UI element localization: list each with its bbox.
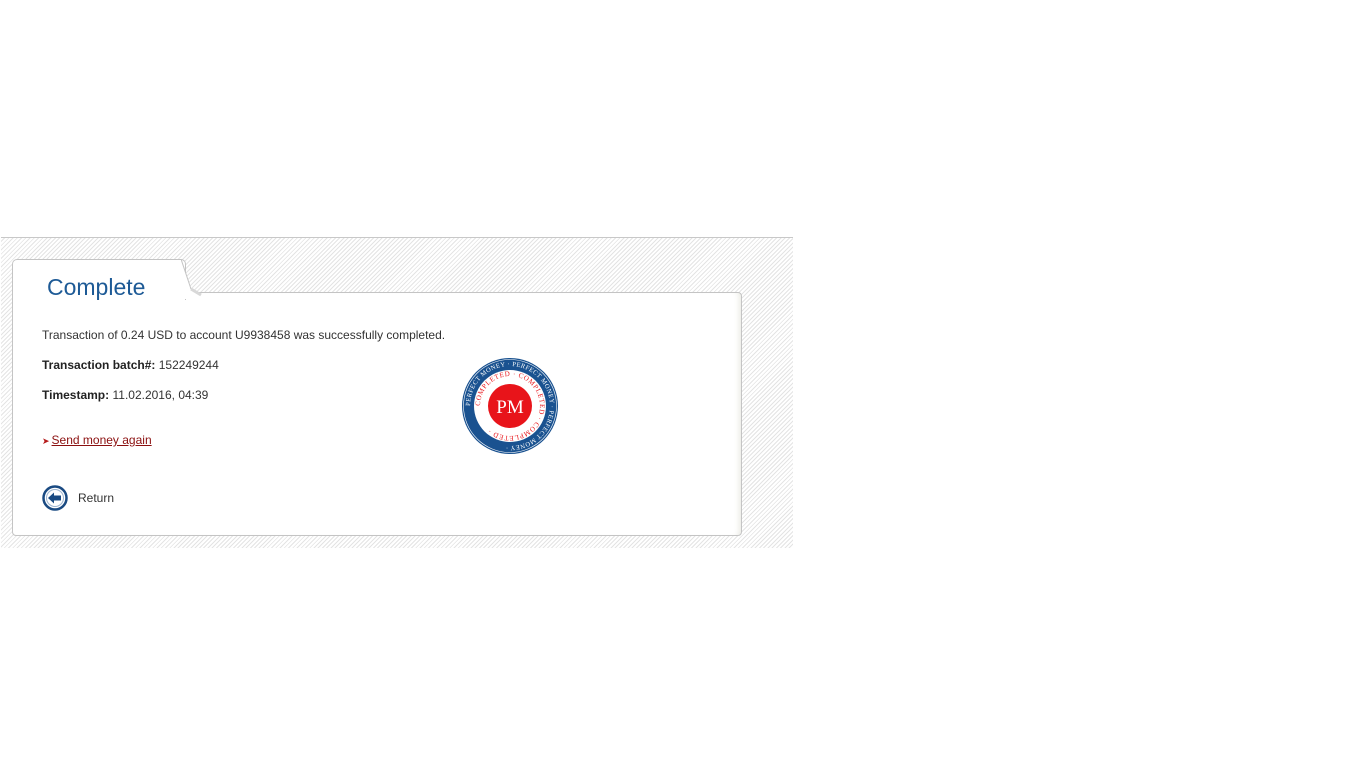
panel-tab: Complete (12, 259, 186, 300)
return-label: Return (78, 491, 115, 505)
completed-stamp-seal: PERFECT MONEY · PERFECT MONEY · PERFECT … (462, 358, 558, 454)
tab-fold-corner (181, 259, 202, 299)
timestamp-row: Timestamp: 11.02.2016, 04:39 (42, 388, 208, 402)
page-title: Complete (47, 274, 146, 300)
batch-row: Transaction batch#: 152249244 (42, 358, 219, 372)
send-money-again-label: Send money again (51, 433, 152, 447)
send-money-again-link[interactable]: ➤ Send money again (42, 433, 152, 447)
transaction-panel: Complete Transaction of 0.24 USD to acco… (1, 237, 793, 548)
stamp-initials: PM (496, 397, 524, 418)
timestamp-value: 11.02.2016, 04:39 (112, 388, 209, 402)
arrow-left-circle-icon (42, 485, 68, 511)
timestamp-label: Timestamp: (42, 388, 110, 402)
batch-label: Transaction batch#: (42, 358, 156, 372)
transaction-message: Transaction of 0.24 USD to account U9938… (42, 328, 446, 342)
return-button[interactable]: Return (42, 485, 114, 511)
batch-value: 152249244 (158, 358, 219, 372)
small-arrow-icon: ➤ (42, 436, 50, 446)
